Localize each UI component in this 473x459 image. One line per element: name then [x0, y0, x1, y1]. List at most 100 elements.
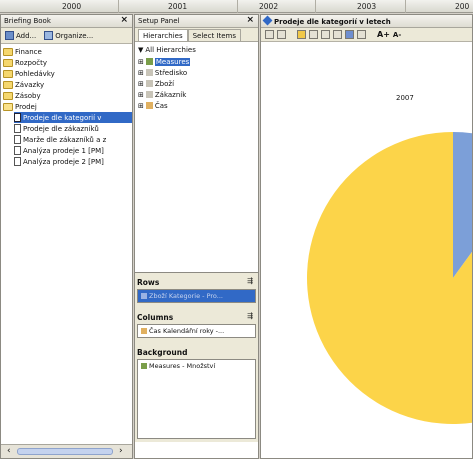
scatter-chart-icon[interactable] [357, 30, 366, 39]
hierarchy-item[interactable]: ⊞ Zboží [138, 78, 174, 89]
folder-icon [3, 69, 13, 78]
hierarchy-label: Zákazník [154, 90, 187, 99]
properties-icon[interactable] [265, 30, 274, 39]
timeline-divider [118, 0, 119, 13]
expand-icon[interactable]: ⊞ [138, 102, 144, 110]
filter-icon: ▼ [138, 45, 144, 54]
bar-chart-icon[interactable] [297, 30, 306, 39]
setup-tabs: Hierarchies Select Items [135, 28, 258, 42]
pie-chart-icon[interactable] [345, 30, 354, 39]
folder-item[interactable]: Závazky [3, 79, 44, 90]
folder-item[interactable]: Rozpočty [3, 57, 47, 68]
report-item-selected[interactable]: Prodeje dle kategorií v [14, 112, 132, 123]
area-chart-icon[interactable] [333, 30, 342, 39]
expand-icon[interactable]: ⊞ [138, 91, 144, 99]
report-label: Analýza prodeje 2 [PM] [23, 157, 104, 166]
rows-value: Zboží Kategorie - Pro... [149, 292, 223, 300]
setup-sections: Rows ⇶ Zboží Kategorie - Pro... Columns … [135, 272, 258, 442]
export-icon[interactable] [277, 30, 286, 39]
rows-drop-zone[interactable]: Zboží Kategorie - Pro... [137, 289, 256, 303]
scroll-right-icon[interactable]: › [119, 446, 123, 456]
report-icon [14, 124, 21, 133]
scroll-thumb[interactable] [17, 448, 113, 455]
line-chart-icon[interactable] [321, 30, 330, 39]
decrease-font-button[interactable]: A- [393, 31, 401, 39]
columns-value: Čas Kalendářní roky -... [149, 327, 225, 335]
dimension-icon [145, 80, 153, 87]
report-icon [14, 113, 21, 122]
hierarchy-label: Measures [154, 57, 191, 66]
hierarchy-item[interactable]: ⊞ Středisko [138, 67, 187, 78]
briefing-book-tree: Finance Rozpočty Pohledávky Závazky Záso… [1, 44, 132, 444]
pie-slice[interactable] [307, 132, 473, 424]
timeline-year[interactable]: 200 [455, 2, 469, 11]
folder-label: Prodej [15, 102, 37, 111]
organize-icon [44, 31, 54, 40]
report-icon [14, 157, 21, 166]
dimension-icon [145, 69, 153, 76]
briefing-book-title: Briefing Book [4, 17, 51, 25]
organize-button[interactable]: Organize... [42, 30, 95, 41]
timeline-year[interactable]: 2001 [168, 2, 187, 11]
background-drop-zone[interactable]: Measures - Množství [137, 359, 256, 439]
add-button[interactable]: Add... [3, 30, 38, 41]
expand-icon[interactable]: ⊞ [138, 80, 144, 88]
folder-label: Zásoby [15, 91, 41, 100]
folder-icon [3, 80, 13, 89]
folder-icon [3, 91, 13, 100]
chart-panel: Prodeje dle kategorií v letech A+ A- 200… [260, 14, 473, 459]
scroll-left-icon[interactable]: ‹ [7, 446, 11, 456]
folder-label: Rozpočty [15, 58, 47, 67]
close-icon[interactable]: × [246, 15, 254, 25]
all-hierarchies-label: All Hierarchies [145, 45, 196, 54]
briefing-book-toolbar: Add... Organize... [1, 28, 132, 44]
measures-icon [141, 363, 147, 369]
report-label: Prodeje dle zákazníků [23, 124, 99, 133]
tab-select-items[interactable]: Select Items [187, 29, 241, 41]
folder-label: Finance [15, 47, 42, 56]
folder-icon [3, 47, 13, 56]
report-item[interactable]: Prodeje dle zákazníků [14, 123, 132, 134]
folder-item[interactable]: Finance [3, 46, 42, 57]
folder-item[interactable]: Pohledávky [3, 68, 55, 79]
hierarchy-tree: ▼ All Hierarchies ⊞ Measures ⊞ Středisko ⊞ Z… [135, 42, 258, 272]
expand-icon[interactable]: ⊞ [138, 58, 144, 66]
expand-icon[interactable]: ⊞ [138, 69, 144, 77]
horizontal-scrollbar[interactable]: ‹ › [1, 444, 132, 458]
report-item[interactable]: Marže dle zákazníků a z [14, 134, 132, 145]
hierarchy-item[interactable]: ⊞ Zákazník [138, 89, 186, 100]
hierarchy-item[interactable]: ⊞ Measures [138, 56, 191, 67]
timeline-year[interactable]: 2000 [62, 2, 81, 11]
tab-hierarchies[interactable]: Hierarchies [138, 29, 188, 41]
report-icon [14, 135, 21, 144]
chart-title: Prodeje dle kategorií v letech [274, 18, 391, 26]
folder-item-open[interactable]: Prodej [3, 101, 37, 112]
hierarchy-label: Zboží [154, 79, 175, 88]
report-icon [14, 146, 21, 155]
dimension-icon [145, 91, 153, 98]
organize-button-label: Organize... [55, 31, 94, 40]
timeline-year[interactable]: 2003 [357, 2, 376, 11]
time-icon [145, 102, 153, 109]
all-hierarchies-filter[interactable]: ▼ All Hierarchies [138, 44, 196, 55]
report-item[interactable]: Analýza prodeje 1 [PM] [14, 145, 132, 156]
increase-font-button[interactable]: A+ [377, 30, 390, 39]
column-chart-icon[interactable] [309, 30, 318, 39]
timeline-divider [315, 0, 316, 13]
hierarchy-label: Čas [154, 101, 168, 110]
timeline-year[interactable]: 2002 [259, 2, 278, 11]
background-value: Measures - Množství [149, 362, 216, 370]
columns-drop-zone[interactable]: Čas Kalendářní roky -... [137, 324, 256, 338]
rows-options-icon[interactable]: ⇶ [247, 277, 253, 285]
folder-item[interactable]: Zásoby [3, 90, 41, 101]
hierarchy-item[interactable]: ⊞ Čas [138, 100, 168, 111]
close-icon[interactable]: × [120, 15, 128, 25]
briefing-book-header: Briefing Book × [1, 15, 132, 28]
chart-header: Prodeje dle kategorií v letech [261, 15, 472, 28]
report-label: Analýza prodeje 1 [PM] [23, 146, 104, 155]
hierarchy-icon [141, 293, 147, 299]
report-item[interactable]: Analýza prodeje 2 [PM] [14, 156, 132, 167]
timeline-bar[interactable]: 2000 2001 2002 2003 200 [0, 0, 473, 13]
report-label: Marže dle zákazníků a z [23, 135, 107, 144]
columns-options-icon[interactable]: ⇶ [247, 312, 253, 320]
